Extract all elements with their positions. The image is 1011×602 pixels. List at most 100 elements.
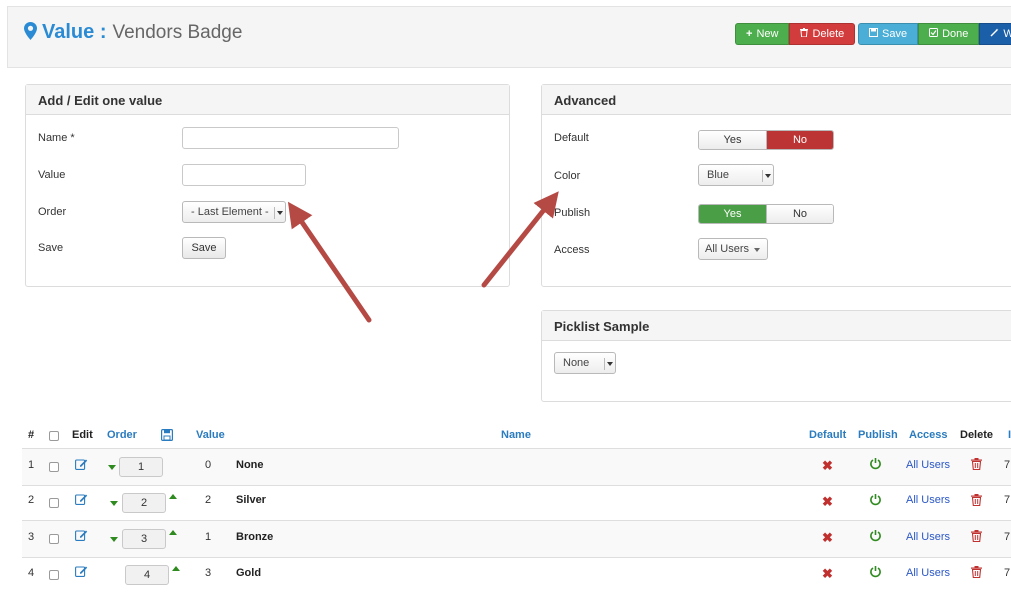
value-input[interactable] <box>182 164 306 186</box>
row-access[interactable]: All Users <box>906 459 950 471</box>
row-num: 1 <box>28 459 35 471</box>
power-icon[interactable] <box>869 457 882 473</box>
row-divider <box>22 485 1011 486</box>
row-id: 7 <box>1004 459 1011 471</box>
order-input[interactable]: 4 <box>125 565 169 585</box>
order-label: Order <box>38 206 67 218</box>
move-down-icon[interactable] <box>108 465 116 470</box>
row-checkbox[interactable] <box>49 570 59 580</box>
default-toggle: Yes No <box>698 130 834 150</box>
col-publish[interactable]: Publish <box>858 429 898 441</box>
order-input[interactable]: 2 <box>122 493 166 513</box>
color-select[interactable]: Blue <box>698 164 774 186</box>
col-num: # <box>28 429 35 441</box>
publish-no-option[interactable]: No <box>766 205 833 223</box>
chevron-down-icon <box>274 207 283 219</box>
row-name[interactable]: Silver <box>236 494 266 506</box>
title-accent: Value : <box>42 21 107 43</box>
order-select-value: - Last Element - <box>191 206 269 218</box>
table-row <box>22 521 1011 557</box>
col-value[interactable]: Value <box>196 429 225 441</box>
x-icon[interactable]: ✖ <box>822 495 833 508</box>
trash-icon[interactable] <box>971 530 982 545</box>
check-square-icon <box>929 28 939 40</box>
chevron-down-icon <box>604 358 613 370</box>
row-access[interactable]: All Users <box>906 494 950 506</box>
col-name[interactable]: Name <box>501 429 531 441</box>
value-label: Value <box>38 169 66 181</box>
name-input[interactable] <box>182 127 399 149</box>
edit-icon[interactable] <box>75 565 88 580</box>
delete-button-label: Delete <box>812 28 845 40</box>
move-up-icon[interactable] <box>169 530 177 535</box>
order-select[interactable]: - Last Element - <box>182 201 286 223</box>
save-label: Save <box>38 242 64 254</box>
power-icon[interactable] <box>869 493 882 509</box>
row-name[interactable]: None <box>236 459 264 471</box>
toolbar-left: + New Delete <box>735 23 856 45</box>
power-icon[interactable] <box>869 529 882 545</box>
picklist-select[interactable]: None <box>554 352 616 374</box>
edit-icon[interactable] <box>75 529 88 544</box>
move-up-icon[interactable] <box>172 566 180 571</box>
order-input[interactable]: 1 <box>119 457 163 477</box>
edit-panel-title: Add / Edit one value <box>26 85 509 115</box>
picklist-select-value: None <box>563 357 590 369</box>
default-label: Default <box>554 132 589 144</box>
page-title: Value : Vendors Badge <box>24 21 242 46</box>
row-name[interactable]: Bronze <box>236 531 273 543</box>
edit-icon[interactable] <box>75 458 88 473</box>
publish-yes-option[interactable]: Yes <box>699 205 766 223</box>
save-button-label: Save <box>882 28 908 40</box>
done-button[interactable]: Done <box>918 23 980 45</box>
select-all-checkbox[interactable] <box>49 431 59 441</box>
chevron-down-icon <box>754 248 760 252</box>
x-icon[interactable]: ✖ <box>822 531 833 544</box>
picklist-panel-title: Picklist Sample <box>542 311 1011 341</box>
wizard-button-label: W <box>1003 28 1011 40</box>
row-access[interactable]: All Users <box>906 531 950 543</box>
row-checkbox[interactable] <box>49 498 59 508</box>
floppy-icon[interactable] <box>161 429 174 444</box>
default-no-option[interactable]: No <box>766 131 833 149</box>
x-icon[interactable]: ✖ <box>822 459 833 472</box>
row-checkbox[interactable] <box>49 534 59 544</box>
row-num: 3 <box>28 531 35 543</box>
map-pin-icon <box>24 22 37 46</box>
x-icon[interactable]: ✖ <box>822 567 833 580</box>
edit-icon[interactable] <box>75 493 88 508</box>
trash-icon[interactable] <box>971 566 982 581</box>
table-row <box>22 449 1011 485</box>
edit-save-button[interactable]: Save <box>182 237 226 259</box>
save-button[interactable]: Save <box>858 23 919 45</box>
new-button-label: New <box>756 28 779 40</box>
row-name[interactable]: Gold <box>236 567 261 579</box>
default-yes-option[interactable]: Yes <box>699 131 766 149</box>
row-access[interactable]: All Users <box>906 567 950 579</box>
col-delete: Delete <box>960 429 994 441</box>
plus-icon: + <box>746 28 753 40</box>
order-input[interactable]: 3 <box>122 529 166 549</box>
title-sub: Vendors Badge <box>112 22 243 43</box>
toolbar-right: Save Done W <box>858 23 1011 45</box>
col-order[interactable]: Order <box>107 429 137 441</box>
col-default[interactable]: Default <box>809 429 846 441</box>
row-divider <box>22 557 1011 558</box>
new-button[interactable]: + New <box>735 23 790 45</box>
move-down-icon[interactable] <box>110 501 118 506</box>
color-select-value: Blue <box>707 169 730 181</box>
access-select[interactable]: All Users <box>698 238 768 260</box>
trash-icon[interactable] <box>971 494 982 509</box>
row-checkbox[interactable] <box>49 462 59 472</box>
wizard-button[interactable]: W <box>979 23 1011 45</box>
move-down-icon[interactable] <box>110 537 118 542</box>
move-up-icon[interactable] <box>169 494 177 499</box>
trash-icon[interactable] <box>971 458 982 473</box>
access-select-value: All Users <box>705 243 750 255</box>
col-access[interactable]: Access <box>909 429 948 441</box>
advanced-panel: Advanced Default Yes No Color Blue Publi… <box>541 84 1011 287</box>
delete-button[interactable]: Delete <box>789 23 856 45</box>
row-value: 0 <box>205 459 212 471</box>
done-button-label: Done <box>942 28 969 40</box>
power-icon[interactable] <box>869 565 882 581</box>
